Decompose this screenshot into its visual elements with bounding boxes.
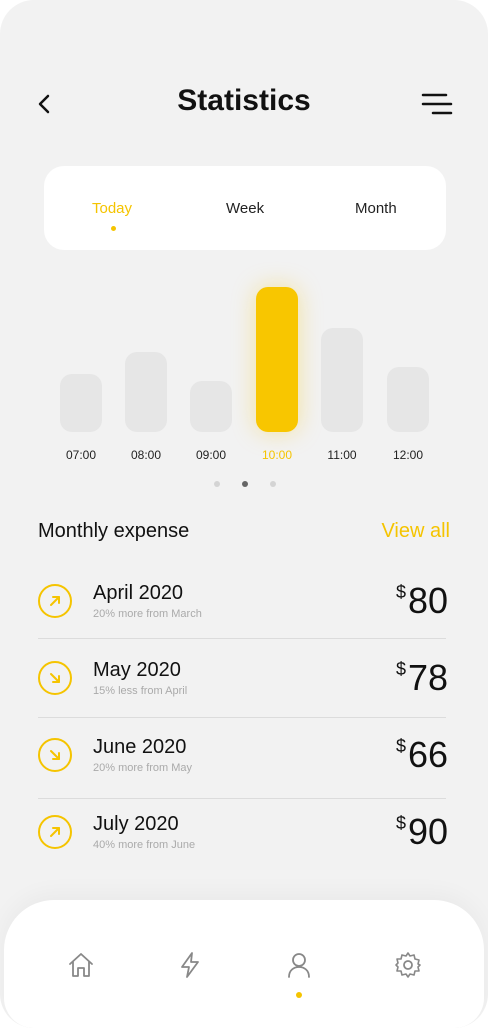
arrow-up-right-icon	[50, 827, 60, 837]
hourly-bar-chart: 07:00 08:00 09:00 10:00 11:00 12:00	[0, 280, 488, 470]
expense-amount: $80	[396, 580, 448, 622]
phone-screen: Statistics Today Week Month 07:00 08:00 09…	[0, 0, 488, 1028]
x-tick-label: 09:00	[195, 448, 227, 462]
active-tab-indicator	[111, 226, 116, 231]
arrow-down-right-icon	[50, 673, 60, 683]
tab-today[interactable]: Today	[92, 200, 132, 217]
expense-comparison: 15% less from April	[93, 685, 188, 697]
x-tick-label: 07:00	[65, 448, 97, 462]
nav-profile[interactable]	[284, 950, 314, 980]
active-nav-indicator	[296, 992, 302, 998]
trend-circle	[38, 738, 72, 772]
pager-dot[interactable]	[242, 481, 248, 487]
chart-bar[interactable]	[125, 352, 167, 432]
gear-icon	[395, 952, 421, 978]
divider	[38, 717, 446, 718]
currency-symbol: $	[395, 813, 406, 833]
currency-symbol: $	[395, 736, 406, 756]
expense-row[interactable]: April 2020 20% more from March $80	[38, 566, 448, 644]
pager-dot[interactable]	[214, 481, 220, 487]
chart-bar[interactable]	[60, 374, 102, 432]
nav-home[interactable]	[66, 950, 96, 980]
view-all-link[interactable]: View all	[381, 520, 450, 543]
expense-row[interactable]: June 2020 20% more from May $66	[38, 720, 448, 798]
section-title: Monthly expense	[38, 520, 190, 542]
x-tick-label: 11:00	[327, 448, 357, 462]
expense-month: June 2020	[93, 736, 187, 758]
trend-circle	[38, 661, 72, 695]
currency-symbol: $	[395, 582, 406, 602]
chart-bar[interactable]	[190, 381, 232, 432]
nav-activity[interactable]	[175, 950, 205, 980]
amount-value: 78	[407, 657, 448, 698]
pager-dot[interactable]	[270, 481, 276, 487]
bottom-navbar	[4, 900, 484, 1028]
nav-settings[interactable]	[393, 950, 423, 980]
chart-bar[interactable]	[321, 328, 363, 432]
tab-week[interactable]: Week	[226, 200, 264, 217]
x-tick-label: 12:00	[392, 448, 424, 462]
expense-amount: $90	[396, 811, 448, 853]
currency-symbol: $	[395, 659, 406, 679]
menu-icon	[421, 93, 453, 115]
expense-month: April 2020	[93, 582, 184, 604]
expense-comparison: 20% more from March	[93, 608, 202, 620]
expense-amount: $66	[396, 734, 448, 776]
chart-pager	[0, 481, 488, 487]
chart-bar[interactable]	[256, 287, 298, 432]
arrow-down-right-icon	[50, 750, 60, 760]
amount-value: 90	[407, 811, 448, 852]
expense-row[interactable]: May 2020 15% less from April $78	[38, 643, 448, 721]
expense-comparison: 20% more from May	[93, 762, 193, 774]
trend-circle	[38, 584, 72, 618]
menu-button[interactable]	[420, 92, 454, 118]
tab-month[interactable]: Month	[355, 200, 397, 217]
divider	[38, 638, 446, 639]
divider	[38, 798, 446, 799]
expense-comparison: 40% more from June	[93, 839, 196, 851]
arrow-up-right-icon	[50, 596, 60, 606]
expense-row[interactable]: July 2020 40% more from June $90	[38, 797, 448, 875]
amount-value: 66	[407, 734, 448, 775]
header: Statistics	[0, 80, 488, 130]
expense-month: July 2020	[93, 813, 179, 835]
chart-bar[interactable]	[387, 367, 429, 432]
period-tabs: Today Week Month	[44, 166, 446, 250]
home-icon	[69, 953, 93, 977]
user-icon	[288, 953, 310, 978]
x-tick-label: 10:00	[261, 448, 293, 462]
lightning-icon	[181, 952, 199, 978]
trend-circle	[38, 815, 72, 849]
page-title: Statistics	[177, 84, 311, 117]
x-tick-label: 08:00	[130, 448, 162, 462]
amount-value: 80	[407, 580, 448, 621]
expense-amount: $78	[396, 657, 448, 699]
expense-month: May 2020	[93, 659, 181, 681]
